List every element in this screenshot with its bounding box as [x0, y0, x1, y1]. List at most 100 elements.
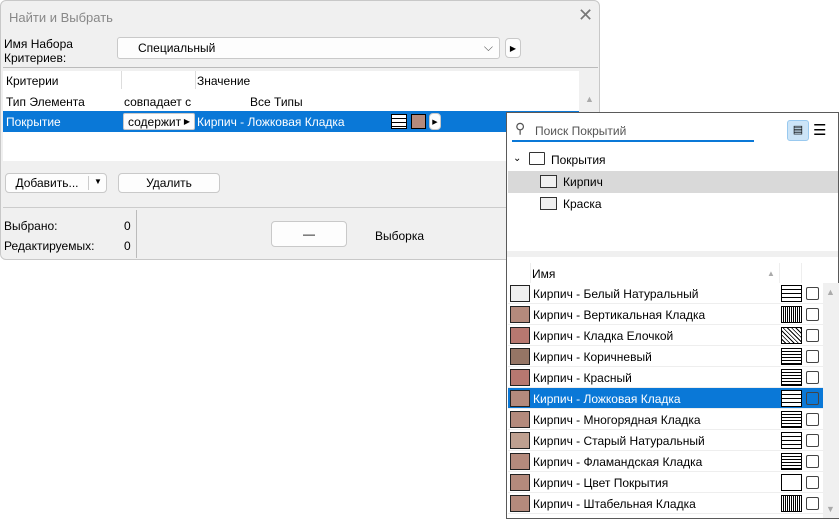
name-column-header[interactable]: Имя: [532, 267, 555, 281]
add-label: Добавить...: [15, 176, 79, 190]
sort-asc-icon: ▲: [767, 269, 775, 278]
minus-button[interactable]: —: [271, 221, 347, 247]
item-name: Кирпич - Вертикальная Кладка: [533, 308, 706, 322]
criteria-set-select[interactable]: Специальный ⌵: [117, 37, 500, 59]
search-input[interactable]: ⚲ Поиск Покрытий: [512, 119, 754, 142]
close-icon[interactable]: ✕: [578, 5, 593, 26]
divider: [530, 263, 531, 283]
list-item[interactable]: Кирпич - Многорядная Кладка: [508, 409, 824, 430]
list-item[interactable]: Кирпич - Красный: [508, 367, 824, 388]
splitter[interactable]: [507, 251, 838, 257]
list-item[interactable]: Кирпич - Старый Натуральный: [508, 430, 824, 451]
color-swatch: [510, 453, 530, 470]
list-item[interactable]: Кирпич - Фламандская Кладка: [508, 451, 824, 472]
color-swatch: [510, 390, 530, 407]
tree-item[interactable]: Краска: [508, 193, 838, 215]
color-swatch: [510, 474, 530, 491]
selection-label: Выборка: [375, 229, 425, 243]
list-item[interactable]: Кирпич - Кладка Елочкой: [508, 325, 824, 346]
brick-pattern-icon: [391, 114, 407, 129]
divider: [3, 67, 598, 68]
scroll-up-icon[interactable]: ▲: [585, 94, 594, 104]
tree-item-selected[interactable]: Кирпич: [508, 171, 838, 193]
list-item[interactable]: Кирпич - Коричневый: [508, 346, 824, 367]
table-row-selected[interactable]: Покрытие содержит ▶ Кирпич - Ложковая Кла…: [3, 111, 579, 132]
hatch-pattern-icon: [781, 327, 802, 344]
texture-image-icon: [806, 287, 819, 300]
hatch-pattern-icon: [781, 369, 802, 386]
criterion: Тип Элемента: [6, 95, 85, 109]
delete-button[interactable]: Удалить: [118, 173, 220, 193]
folder-icon: [529, 152, 545, 165]
value: Все Типы: [250, 95, 303, 109]
chevron-down-icon[interactable]: ⌄: [513, 153, 521, 164]
hatch-pattern-icon: [781, 495, 802, 512]
hatch-pattern-icon: [781, 432, 802, 449]
texture-image-icon: [806, 497, 819, 510]
item-name: Кирпич - Старый Натуральный: [533, 434, 705, 448]
list-item-selected[interactable]: Кирпич - Ложковая Кладка: [508, 388, 824, 409]
column-value: Значение: [197, 74, 251, 88]
value: Кирпич - Ложковая Кладка: [197, 115, 345, 129]
texture-image-icon: [806, 308, 819, 321]
search-placeholder: Поиск Покрытий: [535, 124, 627, 138]
surface-picker-button[interactable]: ▶: [429, 113, 441, 130]
set-name-label: Имя Набора Критериев:: [4, 37, 73, 65]
divider: [136, 210, 137, 258]
color-swatch: [510, 306, 530, 323]
color-swatch: [510, 495, 530, 512]
color-swatch: [510, 327, 530, 344]
texture-image-icon: [806, 455, 819, 468]
scrollbar[interactable]: ▲ ▼: [823, 283, 839, 518]
operator-select[interactable]: содержит ▶: [123, 113, 195, 130]
texture-image-icon: [806, 371, 819, 384]
divider: [801, 263, 802, 283]
scroll-up-icon[interactable]: ▲: [826, 287, 835, 297]
criteria-table: Критерии Значение Тип Элемента совпадает…: [3, 71, 579, 161]
color-swatch: [510, 348, 530, 365]
surface-list: Кирпич - Белый Натуральный Кирпич - Верт…: [508, 283, 824, 517]
selected-label: Выбрано:: [4, 219, 58, 233]
hatch-pattern-icon: [781, 390, 802, 407]
criteria-set-value: Специальный: [138, 41, 216, 55]
hatch-pattern-icon: [781, 348, 802, 365]
dropdown-arrow-icon[interactable]: ▼: [94, 177, 102, 186]
editable-count: 0: [124, 239, 131, 253]
column-divider: [195, 71, 196, 89]
texture-image-icon: [806, 434, 819, 447]
texture-image-icon: [806, 413, 819, 426]
table-row[interactable]: Тип Элемента совпадает с Все Типы: [3, 91, 579, 111]
tree-view-icon[interactable]: ▤: [787, 120, 809, 141]
list-view-icon[interactable]: ☰: [813, 121, 826, 139]
item-name: Кирпич - Красный: [533, 371, 632, 385]
color-swatch: [510, 432, 530, 449]
item-name: Кирпич - Цвет Покрытия: [533, 476, 669, 490]
search-icon: ⚲: [515, 120, 526, 136]
add-button[interactable]: Добавить... ▼: [5, 173, 107, 193]
surface-picker-popup: ⚲ Поиск Покрытий ▤ ☰ ⌄ Покрытия Кирпич К…: [506, 112, 839, 519]
texture-image-icon: [806, 350, 819, 363]
item-name: Кирпич - Штабельная Кладка: [533, 497, 696, 511]
texture-image-icon: [806, 329, 819, 342]
caret-right-icon: ▶: [183, 117, 190, 126]
scroll-down-icon[interactable]: ▼: [826, 504, 835, 514]
hatch-pattern-icon: [781, 285, 802, 302]
list-item[interactable]: Кирпич - Белый Натуральный: [508, 283, 824, 304]
folder-icon: [540, 197, 557, 210]
color-swatch: [510, 411, 530, 428]
column-divider: [121, 71, 122, 89]
item-name: Кирпич - Кладка Елочкой: [533, 329, 674, 343]
list-item[interactable]: Кирпич - Штабельная Кладка: [508, 493, 824, 514]
list-header: Имя ▲: [507, 263, 838, 283]
item-name: Кирпич - Белый Натуральный: [533, 287, 699, 301]
item-name: Кирпич - Коричневый: [533, 350, 652, 364]
list-item[interactable]: Кирпич - Цвет Покрытия: [508, 472, 824, 493]
selected-count: 0: [124, 219, 131, 233]
tree-root[interactable]: Покрытия: [551, 153, 606, 167]
operator: содержит: [128, 114, 182, 129]
list-item[interactable]: Кирпич - Вертикальная Кладка: [508, 304, 824, 325]
item-name: Кирпич - Ложковая Кладка: [533, 392, 681, 406]
item-name: Кирпич - Многорядная Кладка: [533, 413, 701, 427]
set-menu-button[interactable]: ▶: [505, 38, 521, 58]
criterion: Покрытие: [6, 115, 61, 129]
